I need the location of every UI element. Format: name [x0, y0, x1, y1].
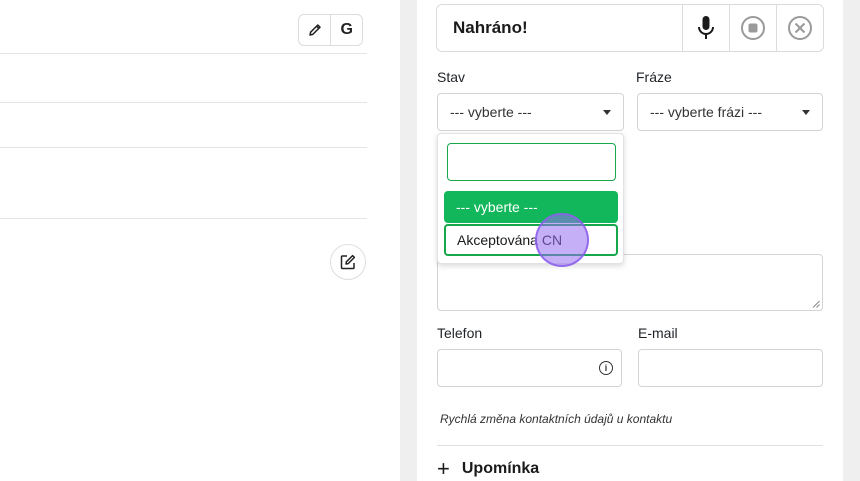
row-divider: [0, 53, 367, 54]
email-label: E-mail: [638, 325, 678, 341]
add-reminder-button[interactable]: + Upomínka: [437, 456, 540, 481]
edit-square-icon: [340, 254, 356, 270]
info-icon[interactable]: i: [599, 361, 613, 375]
stav-label: Stav: [437, 69, 466, 85]
toolbar-button-group: G: [298, 14, 363, 46]
dropdown-search-input[interactable]: [447, 143, 616, 181]
fraze-select[interactable]: --- vyberte frázi ---: [637, 93, 823, 131]
caret-down-icon: [802, 110, 810, 115]
fraze-label: Fráze: [636, 69, 672, 85]
resize-grip-icon[interactable]: [812, 300, 820, 308]
telefon-input[interactable]: i: [437, 349, 622, 387]
stop-button[interactable]: [729, 5, 776, 51]
dropdown-option-vyberte[interactable]: --- vyberte ---: [444, 191, 618, 223]
edit-note-button[interactable]: [330, 244, 366, 280]
left-content: G: [0, 0, 400, 481]
recorder-status: Nahráno!: [453, 18, 528, 37]
stav-dropdown: --- vyberte --- Akceptována CN: [437, 133, 624, 264]
email-input[interactable]: [638, 349, 823, 387]
section-divider: [437, 445, 823, 446]
stop-icon: [741, 16, 765, 40]
dropdown-option-akceptovana-cn[interactable]: Akceptována CN: [444, 224, 618, 256]
edit-button[interactable]: [299, 15, 330, 45]
record-button[interactable]: [682, 5, 729, 51]
google-button[interactable]: G: [330, 15, 362, 45]
fraze-select-value: --- vyberte frázi ---: [650, 104, 762, 120]
stav-select-value: --- vyberte ---: [450, 104, 532, 120]
contact-note: Rychlá změna kontaktních údajů u kontakt…: [440, 412, 673, 426]
row-divider: [0, 102, 367, 103]
voice-recorder: Nahráno!: [436, 4, 824, 52]
panel-edge: [843, 0, 860, 481]
plus-icon: +: [437, 456, 450, 481]
row-divider: [0, 218, 367, 219]
panel-separator: [400, 0, 417, 481]
cancel-recording-button[interactable]: [776, 5, 823, 51]
stav-select[interactable]: --- vyberte ---: [437, 93, 624, 131]
telefon-label: Telefon: [437, 325, 483, 341]
close-icon: [788, 16, 812, 40]
microphone-icon: [698, 16, 714, 39]
caret-down-icon: [603, 110, 611, 115]
row-divider: [0, 147, 367, 148]
google-icon: G: [340, 21, 353, 38]
reminder-label: Upomínka: [461, 460, 540, 477]
pencil-icon: [308, 24, 321, 36]
